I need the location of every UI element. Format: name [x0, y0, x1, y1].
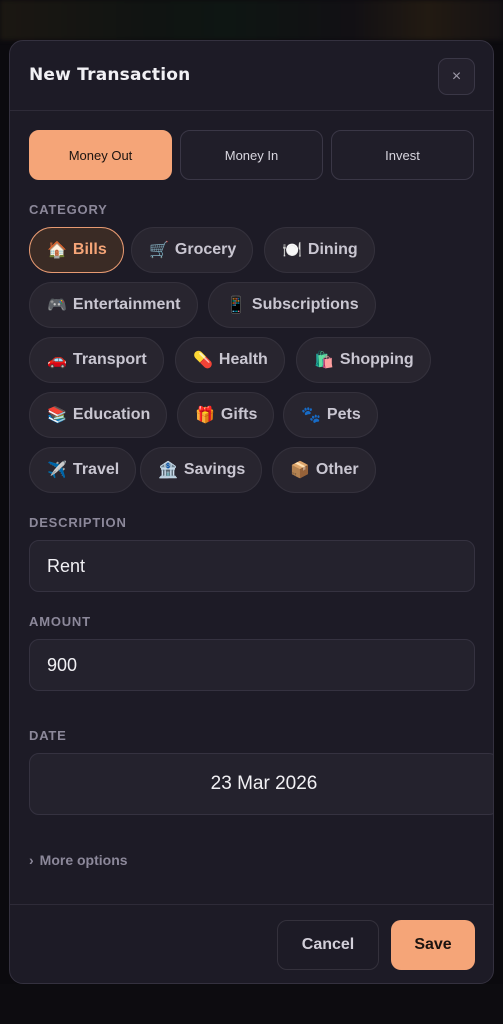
description-input[interactable]	[29, 540, 475, 592]
date-picker[interactable]: 23 Mar 2026	[29, 753, 493, 815]
modal-header: New Transaction ×	[10, 41, 493, 111]
category-chip-subscriptions[interactable]: 📱 Subscriptions	[208, 282, 376, 328]
phone-icon: 📱	[226, 297, 246, 314]
category-chip-label: Education	[72, 406, 151, 423]
package-icon: 📦	[290, 462, 310, 479]
category-chip-gifts[interactable]: 🎁 Gifts	[177, 392, 275, 438]
plate-icon: 🍽️	[282, 242, 302, 259]
modal-footer: Cancel Save	[10, 904, 493, 983]
gift-icon: 🎁	[195, 407, 215, 424]
modal-title: New Transaction	[29, 65, 191, 85]
type-invest-button[interactable]: Invest	[331, 130, 474, 180]
background-app-bottom	[0, 984, 503, 1024]
airplane-icon: ✈️	[47, 462, 67, 479]
category-chip-travel[interactable]: ✈️ Travel	[29, 447, 137, 493]
category-chip-label: Other	[315, 461, 359, 478]
more-options-label: More options	[39, 852, 128, 868]
category-chip-label: Transport	[72, 351, 147, 368]
category-chip-education[interactable]: 📚 Education	[29, 392, 168, 438]
car-icon: 🚗	[47, 352, 67, 369]
date-label: DATE	[29, 728, 67, 743]
category-chip-label: Bills	[72, 241, 107, 258]
category-chip-grocery[interactable]: 🛒 Grocery	[131, 227, 254, 273]
category-chip-bills[interactable]: 🏠 Bills	[29, 227, 124, 273]
category-chip-label: Pets	[326, 406, 361, 423]
category-label: CATEGORY	[29, 202, 108, 217]
new-transaction-modal: New Transaction × Money Out Money In Inv…	[9, 40, 494, 984]
category-chip-label: Health	[218, 351, 268, 368]
chevron-right-icon: ›	[29, 852, 34, 868]
close-icon: ×	[451, 67, 462, 85]
pill-icon: 💊	[193, 352, 213, 369]
house-icon: 🏠	[47, 242, 67, 259]
save-button[interactable]: Save	[391, 920, 475, 970]
category-chip-other[interactable]: 📦 Other	[272, 447, 376, 493]
amount-input[interactable]	[29, 639, 475, 691]
shopping-cart-icon: 🛒	[149, 242, 169, 259]
category-chip-transport[interactable]: 🚗 Transport	[29, 337, 164, 383]
gamepad-icon: 🎮	[47, 297, 67, 314]
close-button[interactable]: ×	[438, 58, 475, 95]
category-chip-label: Grocery	[174, 241, 237, 258]
category-chip-pets[interactable]: 🐾 Pets	[283, 392, 378, 438]
background-app	[0, 0, 503, 40]
category-chip-label: Entertainment	[72, 296, 181, 313]
bank-icon: 🏦	[158, 462, 178, 479]
category-chip-shopping[interactable]: 🛍️ Shopping	[296, 337, 431, 383]
type-money-out-button[interactable]: Money Out	[29, 130, 172, 180]
category-chip-dining[interactable]: 🍽️ Dining	[264, 227, 375, 273]
category-chip-label: Shopping	[339, 351, 414, 368]
transaction-type-toggle: Money Out Money In Invest	[29, 130, 475, 180]
books-icon: 📚	[47, 407, 67, 424]
category-chip-savings[interactable]: 🏦 Savings	[140, 447, 263, 493]
more-options-toggle[interactable]: › More options	[29, 852, 128, 868]
amount-label: AMOUNT	[29, 614, 91, 629]
category-chip-label: Savings	[183, 461, 246, 478]
description-label: DESCRIPTION	[29, 515, 127, 530]
type-money-in-button[interactable]: Money In	[180, 130, 323, 180]
category-chip-entertainment[interactable]: 🎮 Entertainment	[29, 282, 198, 328]
category-chip-label: Travel	[72, 461, 120, 478]
category-chip-label: Gifts	[220, 406, 258, 423]
cancel-button[interactable]: Cancel	[277, 920, 379, 970]
paw-icon: 🐾	[301, 407, 321, 424]
category-chip-health[interactable]: 💊 Health	[175, 337, 285, 383]
category-chip-label: Subscriptions	[251, 296, 359, 313]
shopping-bag-icon: 🛍️	[314, 352, 334, 369]
category-chip-label: Dining	[307, 241, 358, 258]
